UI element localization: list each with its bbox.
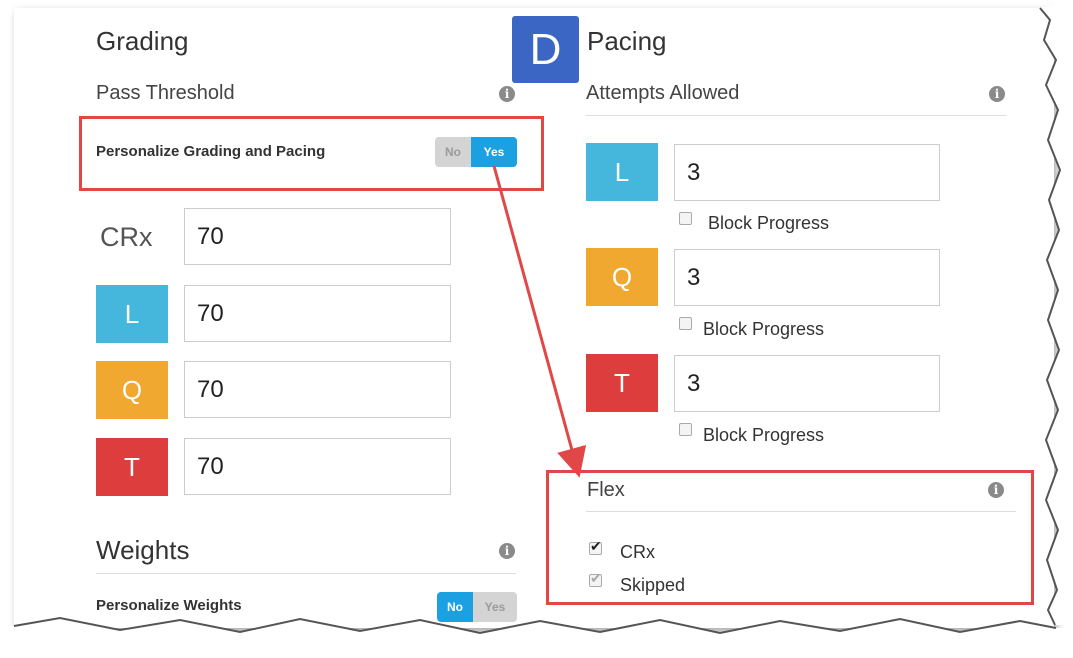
annotation-arrow bbox=[492, 165, 587, 478]
